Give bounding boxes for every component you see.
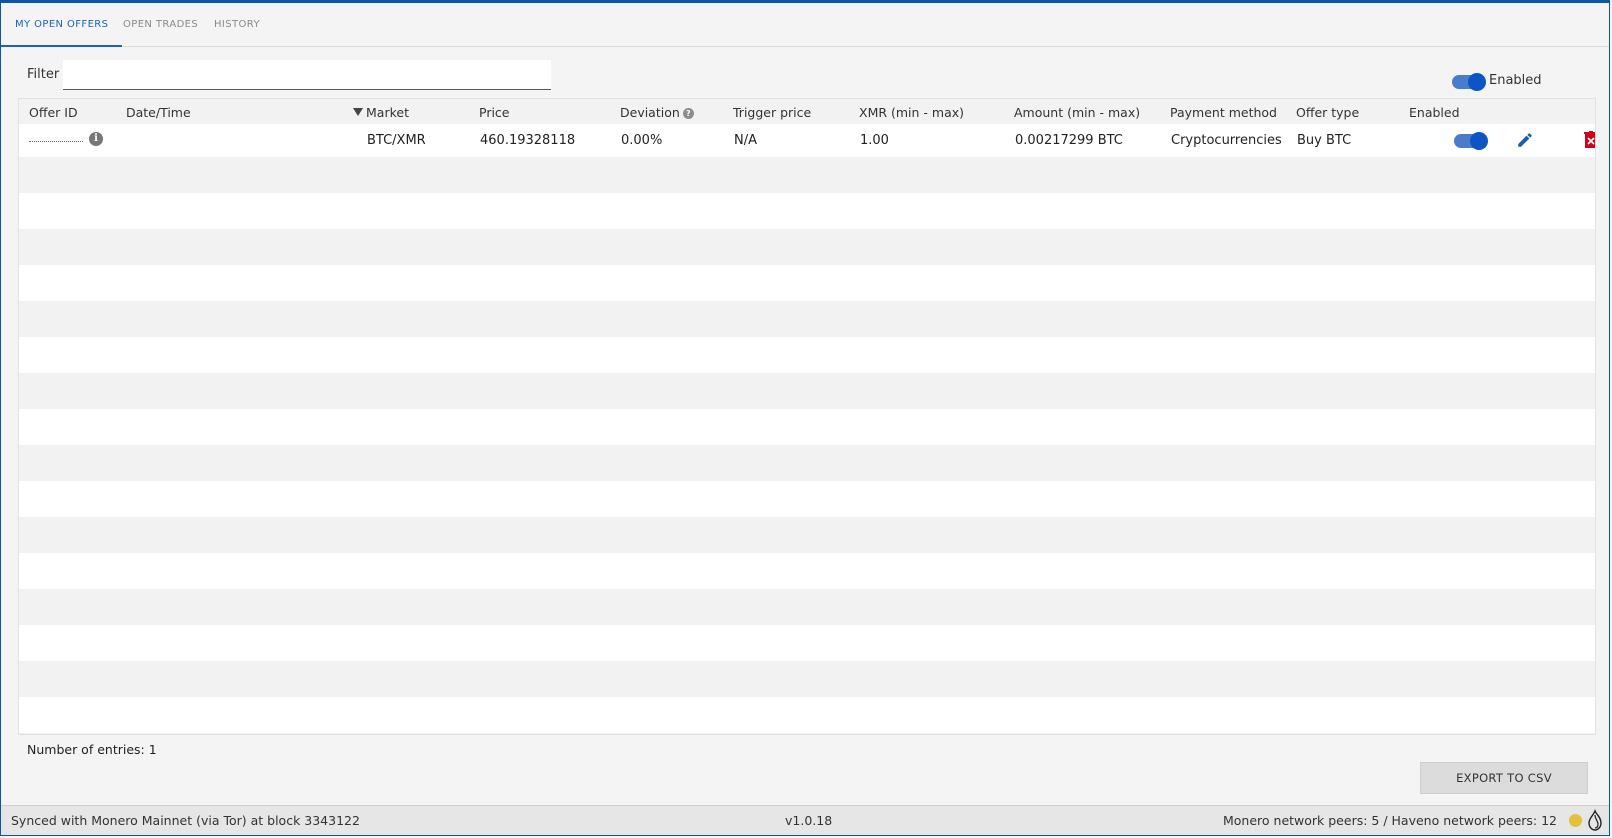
cell-xmr: 1.00	[860, 133, 889, 148]
sort-desc-icon	[353, 108, 363, 116]
delete-icon[interactable]	[1584, 131, 1595, 153]
empty-row	[19, 625, 1595, 661]
entries-count: Number of entries: 1	[27, 742, 157, 757]
col-market[interactable]: Market	[353, 105, 409, 120]
sync-status: Synced with Monero Mainnet (via Tor) at …	[11, 813, 360, 828]
edit-pencil-icon[interactable]	[1516, 131, 1534, 153]
enabled-filter-toggle[interactable]	[1452, 73, 1486, 93]
col-price[interactable]: Price	[479, 105, 510, 120]
tor-onion-icon[interactable]	[1587, 808, 1603, 835]
col-offer-id[interactable]: Offer ID	[29, 105, 78, 120]
col-payment-method[interactable]: Payment method	[1170, 105, 1277, 120]
empty-row	[19, 409, 1595, 445]
tab-my-open-offers[interactable]: MY OPEN OFFERS	[1, 3, 123, 47]
empty-row	[19, 373, 1595, 409]
col-deviation[interactable]: Deviation?	[620, 105, 694, 120]
app-window: MY OPEN OFFERS OPEN TRADES HISTORY Filte…	[0, 0, 1610, 836]
help-icon[interactable]: ?	[682, 108, 694, 119]
empty-row	[19, 697, 1595, 733]
cell-trigger-price: N/A	[734, 133, 757, 148]
info-icon[interactable]: i	[89, 132, 103, 146]
empty-row	[19, 193, 1595, 229]
export-csv-button[interactable]: EXPORT TO CSV	[1420, 762, 1588, 794]
col-deviation-label: Deviation	[620, 105, 680, 120]
cell-payment-method: Cryptocurrencies	[1171, 133, 1282, 148]
tab-open-trades[interactable]: OPEN TRADES	[123, 3, 198, 46]
col-xmr[interactable]: XMR (min - max)	[859, 105, 964, 120]
tab-history[interactable]: HISTORY	[214, 3, 260, 46]
cell-amount: 0.00217299 BTC	[1015, 133, 1123, 148]
cell-price: 460.19328118	[480, 133, 576, 148]
empty-row	[19, 265, 1595, 301]
peer-status-dot-icon	[1569, 814, 1582, 827]
toggle-switch[interactable]	[1452, 73, 1486, 91]
row-enabled-toggle[interactable]	[1454, 132, 1488, 152]
cell-deviation: 0.00%	[621, 133, 663, 148]
col-amount[interactable]: Amount (min - max)	[1014, 105, 1140, 120]
filter-label: Filter	[27, 67, 60, 82]
table-header: Offer ID Date/Time Market Price Deviatio…	[19, 99, 1595, 124]
empty-row	[19, 337, 1595, 373]
empty-row	[19, 301, 1595, 337]
status-bar: Synced with Monero Mainnet (via Tor) at …	[1, 805, 1609, 835]
cell-offer-type: Buy BTC	[1297, 133, 1352, 148]
empty-row	[19, 589, 1595, 625]
empty-row	[19, 517, 1595, 553]
table-row[interactable]: i BTC/XMR 460.19328118 0.00% N/A 1.00 0.…	[19, 124, 1595, 157]
empty-row	[19, 481, 1595, 517]
col-trigger-price[interactable]: Trigger price	[733, 105, 811, 120]
version-label: v1.0.18	[785, 813, 833, 828]
col-offer-type[interactable]: Offer type	[1296, 105, 1359, 120]
col-market-label: Market	[366, 105, 409, 120]
network-peers[interactable]: Monero network peers: 5 / Haveno network…	[1223, 813, 1557, 828]
col-enabled[interactable]: Enabled	[1409, 105, 1460, 120]
empty-row	[19, 553, 1595, 589]
empty-row	[19, 229, 1595, 265]
toggle-knob	[1470, 132, 1488, 150]
offer-id-value[interactable]	[29, 140, 83, 142]
offers-table: Offer ID Date/Time Market Price Deviatio…	[18, 98, 1596, 735]
empty-row	[19, 661, 1595, 697]
col-date-time[interactable]: Date/Time	[126, 105, 191, 120]
toggle-knob	[1468, 73, 1486, 91]
filter-input[interactable]	[63, 60, 551, 90]
empty-row	[19, 445, 1595, 481]
enabled-filter-label: Enabled	[1489, 73, 1542, 88]
empty-row	[19, 157, 1595, 193]
cell-market: BTC/XMR	[367, 133, 426, 148]
tab-bar: MY OPEN OFFERS OPEN TRADES HISTORY	[1, 3, 1609, 47]
toggle-switch[interactable]	[1454, 132, 1488, 150]
